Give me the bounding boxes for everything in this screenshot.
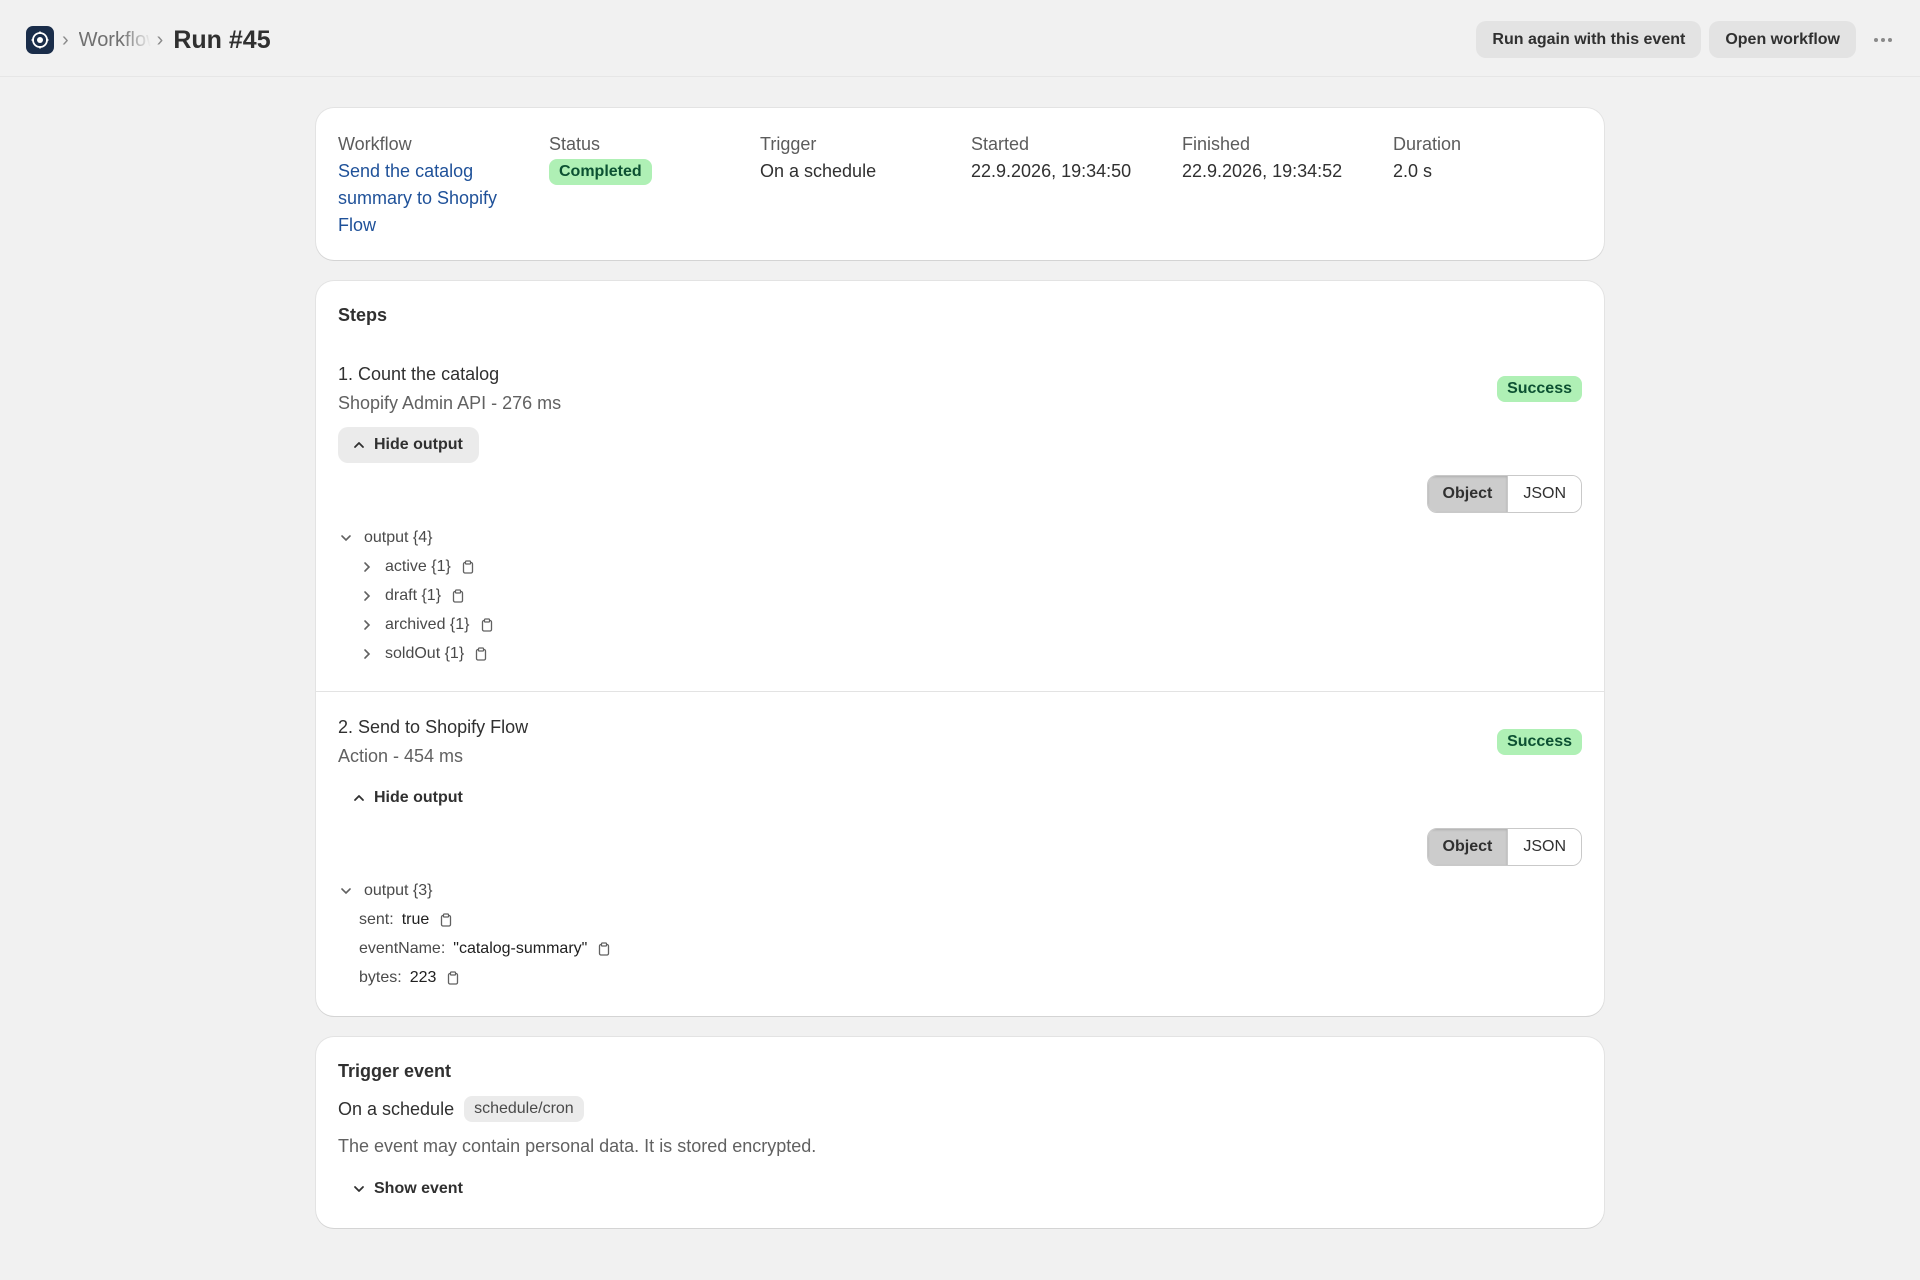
step-1-subtitle: Shopify Admin API - 276 ms: [338, 393, 562, 413]
trigger-value: On a schedule: [760, 161, 877, 181]
workflow-link[interactable]: Send the catalog summary to Shopify Flow: [338, 158, 513, 239]
summary-workflow: Workflow Send the catalog summary to Sho…: [338, 132, 513, 239]
more-dot: [1881, 38, 1885, 42]
tree-node-label: soldOut {1}: [385, 645, 465, 662]
finished-label: Finished: [1182, 134, 1251, 154]
output-field: eventName: "catalog-summary": [359, 938, 611, 960]
workflow-label: Workflow: [338, 134, 412, 154]
tree-node[interactable]: soldOut {1}: [359, 643, 488, 665]
started-value: 22.9.2026, 19:34:50: [971, 161, 1132, 181]
clipboard-icon[interactable]: [446, 971, 460, 985]
clipboard-icon[interactable]: [480, 618, 494, 632]
chevron-right-icon: [359, 588, 375, 604]
step-2-status-badge: Success: [1497, 729, 1582, 755]
status-label: Status: [549, 134, 601, 154]
chevron-up-icon: [354, 795, 364, 801]
step-1-hide-output-button[interactable]: Hide output: [338, 427, 479, 463]
object-view-button[interactable]: Object: [1427, 829, 1508, 865]
duration-label: Duration: [1393, 134, 1462, 154]
summary-finished: Finished 22.9.2026, 19:34:52: [1182, 132, 1342, 185]
field-value: "catalog-summary": [453, 940, 588, 957]
more-dot: [1888, 38, 1892, 42]
step-2-title: 2. Send to Shopify Flow: [338, 717, 529, 737]
step-2-subtitle: Action - 454 ms: [338, 746, 464, 766]
output-root-label: output {3}: [364, 882, 433, 899]
open-workflow-button[interactable]: Open workflow: [1709, 21, 1856, 58]
show-event-label: Show event: [374, 1180, 463, 1197]
page-title: Run #45: [173, 25, 271, 54]
status-badge: Completed: [549, 159, 652, 185]
field-key: sent:: [359, 911, 394, 928]
breadcrumb-workflows-link[interactable]: Workflows: [79, 29, 151, 52]
json-view-button[interactable]: JSON: [1507, 476, 1581, 512]
run-again-button[interactable]: Run again with this event: [1476, 21, 1702, 58]
field-key: bytes:: [359, 969, 402, 986]
trigger-event-name: On a schedule: [338, 1098, 455, 1119]
top-bar: › Workflows › Run #45 Run again with thi…: [0, 0, 1920, 77]
app-logo-icon[interactable]: [26, 26, 54, 54]
chevron-right-icon: [359, 646, 375, 662]
trigger-event-note: The event may contain personal data. It …: [338, 1136, 817, 1156]
field-value: 223: [409, 969, 437, 986]
started-label: Started: [971, 134, 1030, 154]
steps-card: Steps 1. Count the catalog Shopify Admin…: [316, 281, 1604, 1016]
tree-node[interactable]: archived {1}: [359, 614, 494, 636]
clipboard-icon[interactable]: [439, 913, 453, 927]
clipboard-icon[interactable]: [474, 647, 488, 661]
step-1-title: 1. Count the catalog: [338, 364, 500, 384]
step-2-view-toggle: Object JSON: [1426, 828, 1582, 866]
step-1-view-toggle: Object JSON: [1426, 475, 1582, 513]
trigger-label: Trigger: [760, 134, 817, 154]
object-view-button[interactable]: Object: [1427, 476, 1508, 512]
header-actions: Run again with this event Open workflow: [1476, 21, 1856, 58]
tree-node[interactable]: active {1}: [359, 556, 475, 578]
step-1-output-root[interactable]: output {4}: [338, 527, 433, 549]
clipboard-icon[interactable]: [597, 942, 611, 956]
more-actions-button[interactable]: [1866, 23, 1900, 57]
tree-node-label: archived {1}: [385, 616, 470, 633]
chevron-up-icon: [354, 442, 364, 448]
chevron-right-icon: [359, 559, 375, 575]
summary-status: Status Completed: [549, 132, 652, 185]
clipboard-icon[interactable]: [451, 589, 465, 603]
chevron-right-icon: ›: [156, 28, 164, 51]
chevron-right-icon: ›: [62, 28, 69, 51]
tree-node-label: active {1}: [385, 558, 451, 575]
chevron-down-icon: [338, 883, 354, 899]
summary-started: Started 22.9.2026, 19:34:50: [971, 132, 1131, 185]
tree-node-label: draft {1}: [385, 587, 442, 604]
finished-value: 22.9.2026, 19:34:52: [1182, 161, 1343, 181]
breadcrumb: › Workflows › Run #45: [60, 22, 271, 58]
step-1-status-badge: Success: [1497, 376, 1582, 402]
summary-trigger: Trigger On a schedule: [760, 132, 876, 185]
output-field: sent: true: [359, 909, 453, 931]
tree-node[interactable]: draft {1}: [359, 585, 465, 607]
field-value: true: [401, 911, 430, 928]
hide-output-label: Hide output: [374, 789, 463, 806]
trigger-event-row: On a schedule schedule/cron: [338, 1096, 584, 1122]
field-key: eventName:: [359, 940, 446, 957]
output-field: bytes: 223: [359, 967, 460, 989]
steps-title: Steps: [338, 305, 388, 325]
hide-output-label: Hide output: [374, 436, 463, 453]
trigger-event-card: Trigger event On a schedule schedule/cro…: [316, 1037, 1604, 1228]
step-2-hide-output-button[interactable]: Hide output: [338, 780, 479, 816]
step-2-output-root[interactable]: output {3}: [338, 880, 433, 902]
json-view-button[interactable]: JSON: [1507, 829, 1581, 865]
app-window: › Workflows › Run #45 Run again with thi…: [0, 0, 1920, 1280]
trigger-event-title: Trigger event: [338, 1061, 452, 1081]
output-root-label: output {4}: [364, 529, 433, 546]
summary-duration: Duration 2.0 s: [1393, 132, 1461, 185]
clipboard-icon[interactable]: [461, 560, 475, 574]
chevron-right-icon: [359, 617, 375, 633]
step-divider: [316, 691, 1604, 692]
duration-value: 2.0 s: [1393, 161, 1433, 181]
chevron-down-icon: [354, 1186, 364, 1192]
show-event-button[interactable]: Show event: [338, 1171, 479, 1207]
run-summary-card: Workflow Send the catalog summary to Sho…: [316, 108, 1604, 260]
trigger-topic-tag: schedule/cron: [464, 1096, 584, 1122]
chevron-down-icon: [338, 530, 354, 546]
more-horizontal-icon: [1874, 38, 1878, 42]
